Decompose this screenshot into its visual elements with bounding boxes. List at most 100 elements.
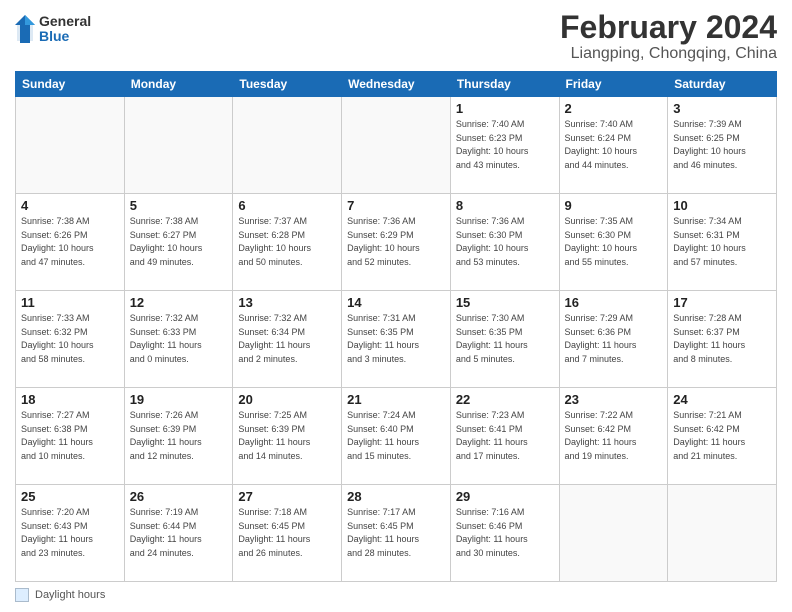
day-number: 22 xyxy=(456,392,554,407)
table-row xyxy=(16,97,125,194)
table-row: 25 Sunrise: 7:20 AM Sunset: 6:43 PM Dayli… xyxy=(16,485,125,582)
title-block: February 2024 Liangping, Chongqing, Chin… xyxy=(560,10,777,63)
table-row: 11Sunrise: 7:33 AM Sunset: 6:32 PM Dayli… xyxy=(16,291,125,388)
table-row: 29Sunrise: 7:16 AM Sunset: 6:46 PM Dayli… xyxy=(450,485,559,582)
day-number: 13 xyxy=(238,295,336,310)
day-info: Sunrise: 7:25 AM Sunset: 6:39 PM Dayligh… xyxy=(238,409,336,463)
table-row: 15 Sunrise: 7:30 AM Sunset: 6:35 PM Dayli… xyxy=(450,291,559,388)
table-row: 26Sunrise: 7:19 AM Sunset: 6:44 PM Dayli… xyxy=(124,485,233,582)
calendar-subtitle: Liangping, Chongqing, China xyxy=(560,45,777,63)
day-info: Sunrise: 7:31 AM Sunset: 6:35 PM Dayligh… xyxy=(347,312,445,366)
day-info: Sunrise: 7:38 AM Sunset: 6:26 PM Dayligh… xyxy=(21,215,119,269)
col-tuesday: Tuesday xyxy=(233,72,342,97)
day-number: 25 xyxy=(21,489,119,504)
calendar-week-row: 4Sunrise: 7:38 AM Sunset: 6:26 PM Daylig… xyxy=(16,194,777,291)
col-saturday: Saturday xyxy=(668,72,777,97)
day-number: 7 xyxy=(347,198,445,213)
table-row: 20 Sunrise: 7:25 AM Sunset: 6:39 PM Dayli… xyxy=(233,388,342,485)
table-row: 24Sunrise: 7:21 AM Sunset: 6:42 PM Dayli… xyxy=(668,388,777,485)
day-info: Sunrise: 7:22 AM Sunset: 6:42 PM Dayligh… xyxy=(565,409,663,463)
table-row: 14 Sunrise: 7:31 AM Sunset: 6:35 PM Dayli… xyxy=(342,291,451,388)
day-number: 20 xyxy=(238,392,336,407)
day-number: 9 xyxy=(565,198,663,213)
page: General Blue February 2024 Liangping, Ch… xyxy=(0,0,792,612)
day-number: 2 xyxy=(565,101,663,116)
table-row: 10 Sunrise: 7:34 AM Sunset: 6:31 PM Dayli… xyxy=(668,194,777,291)
day-info: Sunrise: 7:24 AM Sunset: 6:40 PM Dayligh… xyxy=(347,409,445,463)
day-number: 18 xyxy=(21,392,119,407)
logo-text: General Blue xyxy=(39,14,91,45)
day-number: 16 xyxy=(565,295,663,310)
day-info: Sunrise: 7:32 AM Sunset: 6:33 PM Dayligh… xyxy=(130,312,228,366)
table-row: 7 Sunrise: 7:36 AM Sunset: 6:29 PM Daylig… xyxy=(342,194,451,291)
day-info: Sunrise: 7:34 AM Sunset: 6:31 PM Dayligh… xyxy=(673,215,771,269)
day-info: Sunrise: 7:32 AM Sunset: 6:34 PM Dayligh… xyxy=(238,312,336,366)
day-info: Sunrise: 7:36 AM Sunset: 6:29 PM Dayligh… xyxy=(347,215,445,269)
logo-blue-text: Blue xyxy=(39,29,91,44)
table-row xyxy=(559,485,668,582)
day-info: Sunrise: 7:18 AM Sunset: 6:45 PM Dayligh… xyxy=(238,506,336,560)
day-info: Sunrise: 7:20 AM Sunset: 6:43 PM Dayligh… xyxy=(21,506,119,560)
table-row: 5 Sunrise: 7:38 AM Sunset: 6:27 PM Daylig… xyxy=(124,194,233,291)
day-number: 5 xyxy=(130,198,228,213)
footer: Daylight hours xyxy=(15,588,777,602)
table-row: 16 Sunrise: 7:29 AM Sunset: 6:36 PM Dayli… xyxy=(559,291,668,388)
col-wednesday: Wednesday xyxy=(342,72,451,97)
day-info: Sunrise: 7:19 AM Sunset: 6:44 PM Dayligh… xyxy=(130,506,228,560)
day-number: 1 xyxy=(456,101,554,116)
col-sunday: Sunday xyxy=(16,72,125,97)
calendar-week-row: 11Sunrise: 7:33 AM Sunset: 6:32 PM Dayli… xyxy=(16,291,777,388)
day-info: Sunrise: 7:27 AM Sunset: 6:38 PM Dayligh… xyxy=(21,409,119,463)
logo-general-text: General xyxy=(39,14,91,29)
day-number: 12 xyxy=(130,295,228,310)
calendar-header-row: Sunday Monday Tuesday Wednesday Thursday… xyxy=(16,72,777,97)
logo: General Blue xyxy=(15,14,91,45)
table-row: 17Sunrise: 7:28 AM Sunset: 6:37 PM Dayli… xyxy=(668,291,777,388)
day-number: 19 xyxy=(130,392,228,407)
table-row: 3 Sunrise: 7:39 AM Sunset: 6:25 PM Daylig… xyxy=(668,97,777,194)
day-info: Sunrise: 7:38 AM Sunset: 6:27 PM Dayligh… xyxy=(130,215,228,269)
table-row: 18 Sunrise: 7:27 AM Sunset: 6:38 PM Dayli… xyxy=(16,388,125,485)
day-info: Sunrise: 7:26 AM Sunset: 6:39 PM Dayligh… xyxy=(130,409,228,463)
day-info: Sunrise: 7:36 AM Sunset: 6:30 PM Dayligh… xyxy=(456,215,554,269)
legend-box xyxy=(15,588,29,602)
day-info: Sunrise: 7:40 AM Sunset: 6:23 PM Dayligh… xyxy=(456,118,554,172)
day-info: Sunrise: 7:28 AM Sunset: 6:37 PM Dayligh… xyxy=(673,312,771,366)
day-number: 15 xyxy=(456,295,554,310)
day-number: 8 xyxy=(456,198,554,213)
header: General Blue February 2024 Liangping, Ch… xyxy=(15,10,777,63)
day-info: Sunrise: 7:33 AM Sunset: 6:32 PM Dayligh… xyxy=(21,312,119,366)
day-info: Sunrise: 7:23 AM Sunset: 6:41 PM Dayligh… xyxy=(456,409,554,463)
day-info: Sunrise: 7:21 AM Sunset: 6:42 PM Dayligh… xyxy=(673,409,771,463)
legend-label: Daylight hours xyxy=(35,589,105,601)
day-info: Sunrise: 7:35 AM Sunset: 6:30 PM Dayligh… xyxy=(565,215,663,269)
table-row: 27 Sunrise: 7:18 AM Sunset: 6:45 PM Dayli… xyxy=(233,485,342,582)
calendar-week-row: 25 Sunrise: 7:20 AM Sunset: 6:43 PM Dayli… xyxy=(16,485,777,582)
table-row: 12 Sunrise: 7:32 AM Sunset: 6:33 PM Dayli… xyxy=(124,291,233,388)
table-row: 23Sunrise: 7:22 AM Sunset: 6:42 PM Dayli… xyxy=(559,388,668,485)
table-row xyxy=(342,97,451,194)
day-number: 14 xyxy=(347,295,445,310)
day-number: 10 xyxy=(673,198,771,213)
table-row: 13 Sunrise: 7:32 AM Sunset: 6:34 PM Dayli… xyxy=(233,291,342,388)
day-number: 28 xyxy=(347,489,445,504)
table-row xyxy=(668,485,777,582)
day-number: 27 xyxy=(238,489,336,504)
day-number: 3 xyxy=(673,101,771,116)
day-number: 21 xyxy=(347,392,445,407)
col-friday: Friday xyxy=(559,72,668,97)
day-info: Sunrise: 7:29 AM Sunset: 6:36 PM Dayligh… xyxy=(565,312,663,366)
day-info: Sunrise: 7:39 AM Sunset: 6:25 PM Dayligh… xyxy=(673,118,771,172)
calendar-table: Sunday Monday Tuesday Wednesday Thursday… xyxy=(15,71,777,582)
day-info: Sunrise: 7:17 AM Sunset: 6:45 PM Dayligh… xyxy=(347,506,445,560)
day-info: Sunrise: 7:16 AM Sunset: 6:46 PM Dayligh… xyxy=(456,506,554,560)
table-row xyxy=(124,97,233,194)
day-info: Sunrise: 7:30 AM Sunset: 6:35 PM Dayligh… xyxy=(456,312,554,366)
calendar-title: February 2024 xyxy=(560,10,777,45)
table-row: 21 Sunrise: 7:24 AM Sunset: 6:40 PM Dayli… xyxy=(342,388,451,485)
table-row: 19 Sunrise: 7:26 AM Sunset: 6:39 PM Dayli… xyxy=(124,388,233,485)
table-row: 9 Sunrise: 7:35 AM Sunset: 6:30 PM Daylig… xyxy=(559,194,668,291)
table-row: 28 Sunrise: 7:17 AM Sunset: 6:45 PM Dayli… xyxy=(342,485,451,582)
table-row: 22 Sunrise: 7:23 AM Sunset: 6:41 PM Dayli… xyxy=(450,388,559,485)
calendar-week-row: 18 Sunrise: 7:27 AM Sunset: 6:38 PM Dayli… xyxy=(16,388,777,485)
